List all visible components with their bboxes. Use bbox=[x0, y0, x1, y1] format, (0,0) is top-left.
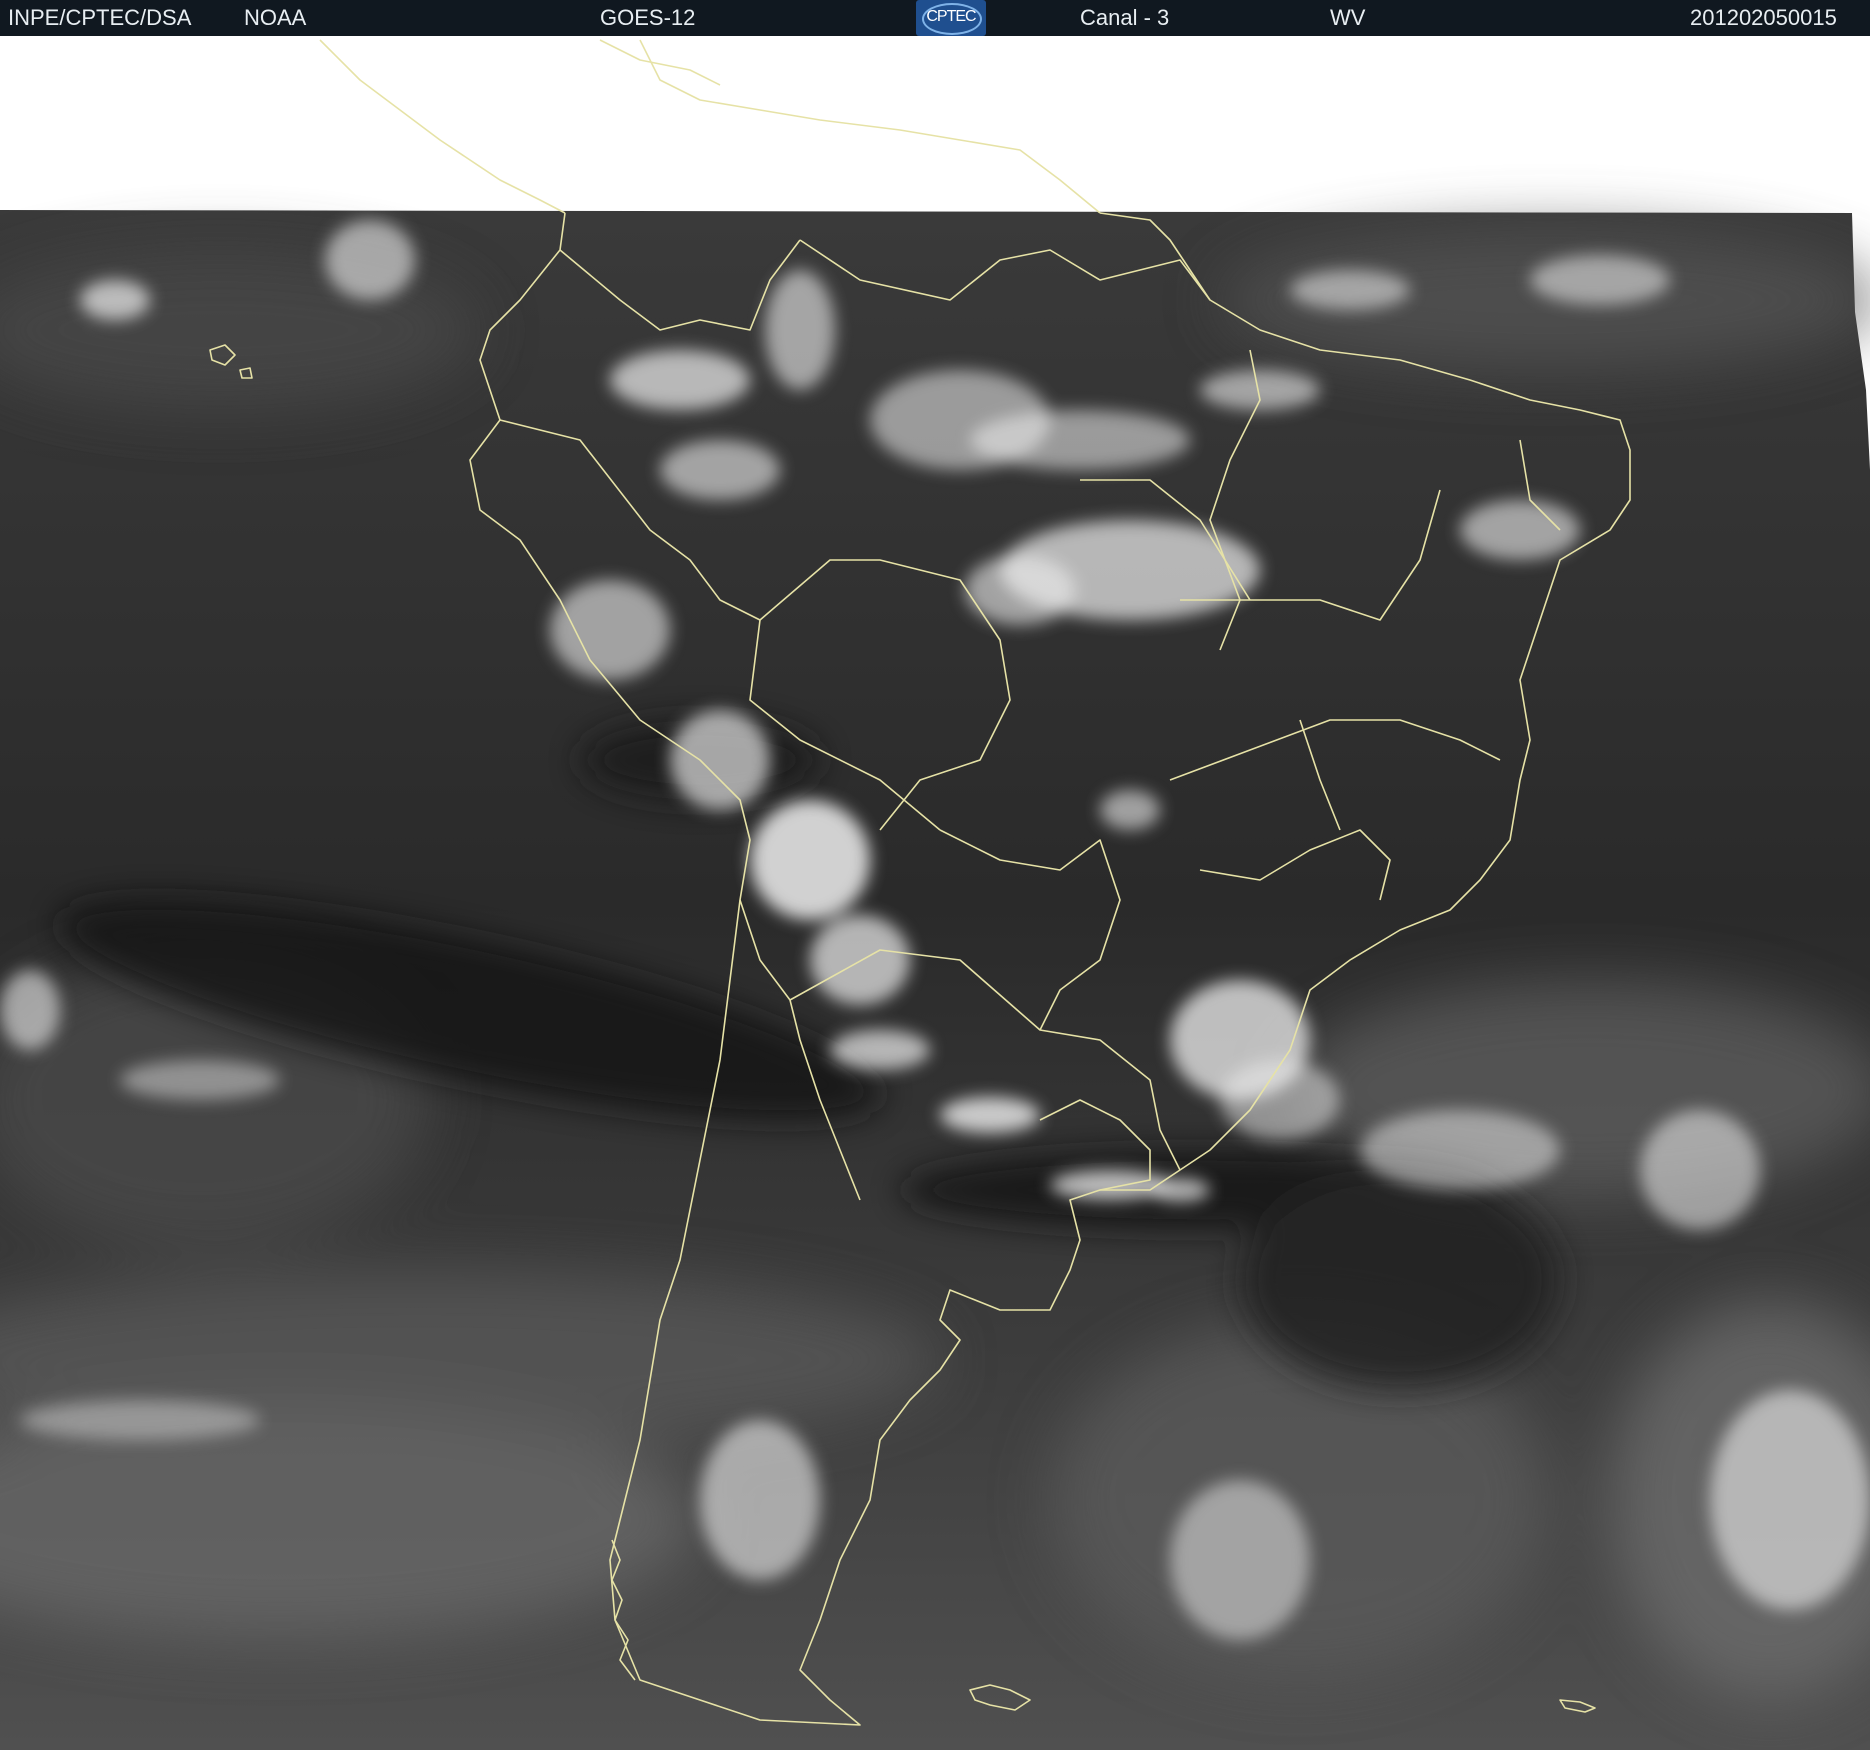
central-america-coastline bbox=[319, 39, 566, 214]
caribbean-coastline bbox=[639, 39, 1101, 214]
satellite-image bbox=[0, 39, 1870, 1750]
